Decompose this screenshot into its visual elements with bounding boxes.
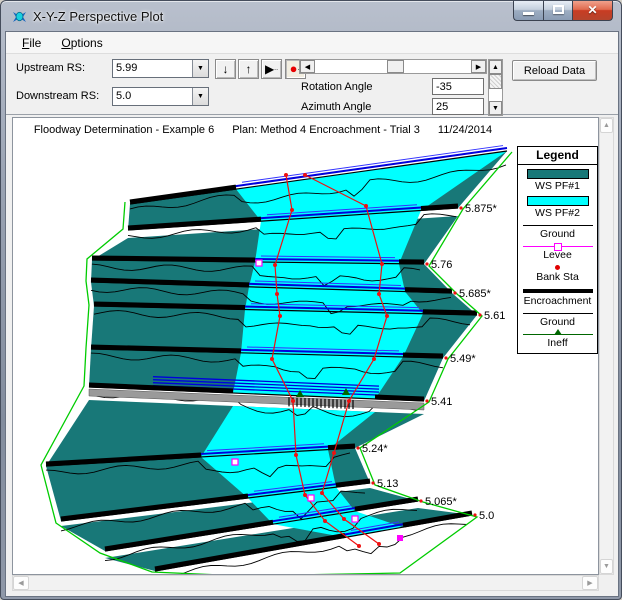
- minimize-icon: [523, 12, 534, 15]
- up-arrow-icon: ↑: [246, 62, 252, 76]
- legend-item: WS PF#1: [518, 169, 597, 192]
- rotation-angle-input[interactable]: [432, 78, 484, 95]
- perspective-plot-svg: 5.875* 5.76 5.685* 5.61 5.49* 5.41 5.24* 5.13 5.…: [13, 118, 599, 575]
- scroll-left-icon[interactable]: ◀: [300, 60, 315, 73]
- maximize-icon: [553, 5, 564, 14]
- animate-play-button[interactable]: ▶..: [261, 59, 282, 79]
- legend-label: Bank Sta: [518, 271, 597, 283]
- upstream-rs-label: Upstream RS:: [16, 62, 85, 74]
- azimuth-scrollbar-thumb[interactable]: [489, 74, 502, 89]
- play-icon: ▶: [265, 62, 274, 76]
- azimuth-angle-input[interactable]: [432, 98, 484, 115]
- dots-label: ..: [274, 65, 278, 72]
- close-button[interactable]: ✕: [573, 1, 613, 21]
- legend-item: Ineff: [518, 334, 597, 349]
- plot-area: Floodway Determination - Example 6 Plan:…: [12, 117, 614, 591]
- rotation-angle-label: Rotation Angle: [301, 81, 373, 93]
- dot-red-icon: [555, 265, 560, 270]
- legend-label: Ineff: [518, 337, 597, 349]
- svg-text:5.0: 5.0: [479, 510, 494, 522]
- line-black-icon: [523, 225, 593, 226]
- fill-cyan-icon: [527, 196, 589, 206]
- rotation-scrollbar-track[interactable]: [315, 60, 471, 73]
- azimuth-angle-label: Azimuth Angle: [301, 101, 371, 113]
- scroll-right-icon[interactable]: ▶: [582, 576, 598, 590]
- downstream-rs-combobox[interactable]: 5.0 ▼: [112, 87, 209, 106]
- down-arrow-icon: ↓: [223, 62, 229, 76]
- menu-options[interactable]: Options: [53, 34, 110, 52]
- close-icon: ✕: [573, 3, 612, 17]
- svg-text:5.49*: 5.49*: [450, 353, 476, 365]
- rotation-scrollbar-thumb[interactable]: [387, 60, 404, 73]
- line-thick-icon: [523, 289, 593, 293]
- scroll-up-icon[interactable]: ▲: [489, 60, 502, 74]
- app-icon: [11, 8, 28, 25]
- legend-label: Ground: [518, 316, 597, 328]
- legend-label: WS PF#1: [518, 180, 597, 192]
- minimize-button[interactable]: [513, 1, 543, 21]
- legend-label: WS PF#2: [518, 207, 597, 219]
- legend-item: WS PF#2: [518, 196, 597, 219]
- upstream-rs-value: 5.99: [113, 60, 192, 77]
- fill-teal-icon: [527, 169, 589, 179]
- line-ineff-icon: [523, 334, 593, 335]
- downstream-rs-value: 5.0: [113, 88, 192, 105]
- legend: Legend WS PF#1 WS PF#2 Ground Levee Bank Sta…: [517, 146, 598, 354]
- scrollbar-corner: [599, 575, 614, 591]
- menu-bar: File Options: [6, 32, 618, 54]
- scroll-down-icon[interactable]: ▼: [600, 559, 613, 574]
- reload-data-button[interactable]: Reload Data: [512, 60, 597, 81]
- step-upstream-button[interactable]: ↑: [238, 59, 259, 79]
- legend-item: Ground: [518, 313, 597, 328]
- line-levee-icon: [523, 246, 593, 247]
- legend-item: Levee: [518, 246, 597, 261]
- legend-items: WS PF#1 WS PF#2 Ground Levee Bank Sta Encroac…: [518, 169, 597, 349]
- client-area: File Options Upstream RS: 5.99 ▼ Downstr…: [5, 31, 619, 597]
- svg-text:5.065*: 5.065*: [425, 496, 458, 508]
- plot-canvas: Floodway Determination - Example 6 Plan:…: [12, 117, 599, 575]
- rotation-scrollbar[interactable]: ◀ ▶: [299, 59, 487, 74]
- toolbar: Upstream RS: 5.99 ▼ Downstream RS: 5.0 ▼…: [6, 54, 618, 115]
- window-title: X-Y-Z Perspective Plot: [33, 9, 163, 24]
- scroll-right-icon[interactable]: ▶: [471, 60, 486, 73]
- legend-title: Legend: [518, 147, 597, 165]
- legend-label: Ground: [518, 228, 597, 240]
- step-downstream-button[interactable]: ↓: [215, 59, 236, 79]
- menu-file[interactable]: File: [14, 34, 49, 52]
- downstream-rs-label: Downstream RS:: [16, 90, 99, 102]
- legend-item: Encroachment: [518, 289, 597, 307]
- legend-item: Bank Sta: [518, 265, 597, 283]
- legend-label: Encroachment: [518, 295, 597, 307]
- plot-horizontal-scrollbar[interactable]: ◀ ▶: [12, 575, 599, 591]
- xyz-perspective-window: X-Y-Z Perspective Plot ✕ File Options Up…: [0, 0, 622, 600]
- scroll-left-icon[interactable]: ◀: [13, 576, 29, 590]
- legend-item: Ground: [518, 225, 597, 240]
- svg-text:5.13: 5.13: [377, 478, 398, 490]
- svg-text:5.61: 5.61: [484, 310, 505, 322]
- scroll-down-icon[interactable]: ▼: [489, 101, 502, 115]
- svg-text:5.76: 5.76: [431, 259, 452, 271]
- chevron-down-icon[interactable]: ▼: [192, 60, 208, 77]
- azimuth-scrollbar[interactable]: ▲ ▼: [488, 59, 503, 116]
- chevron-down-icon[interactable]: ▼: [192, 88, 208, 105]
- plot-vertical-scrollbar[interactable]: ▲ ▼: [599, 117, 614, 575]
- maximize-button[interactable]: [543, 1, 573, 21]
- line-black-icon: [523, 313, 593, 314]
- title-bar[interactable]: X-Y-Z Perspective Plot ✕: [1, 1, 621, 31]
- svg-text:5.875*: 5.875*: [465, 203, 498, 215]
- svg-text:5.685*: 5.685*: [459, 288, 492, 300]
- azimuth-scrollbar-track[interactable]: [489, 89, 502, 101]
- upstream-rs-combobox[interactable]: 5.99 ▼: [112, 59, 209, 78]
- svg-text:5.24*: 5.24*: [362, 443, 388, 455]
- svg-text:5.41: 5.41: [431, 396, 452, 408]
- scroll-up-icon[interactable]: ▲: [600, 118, 613, 133]
